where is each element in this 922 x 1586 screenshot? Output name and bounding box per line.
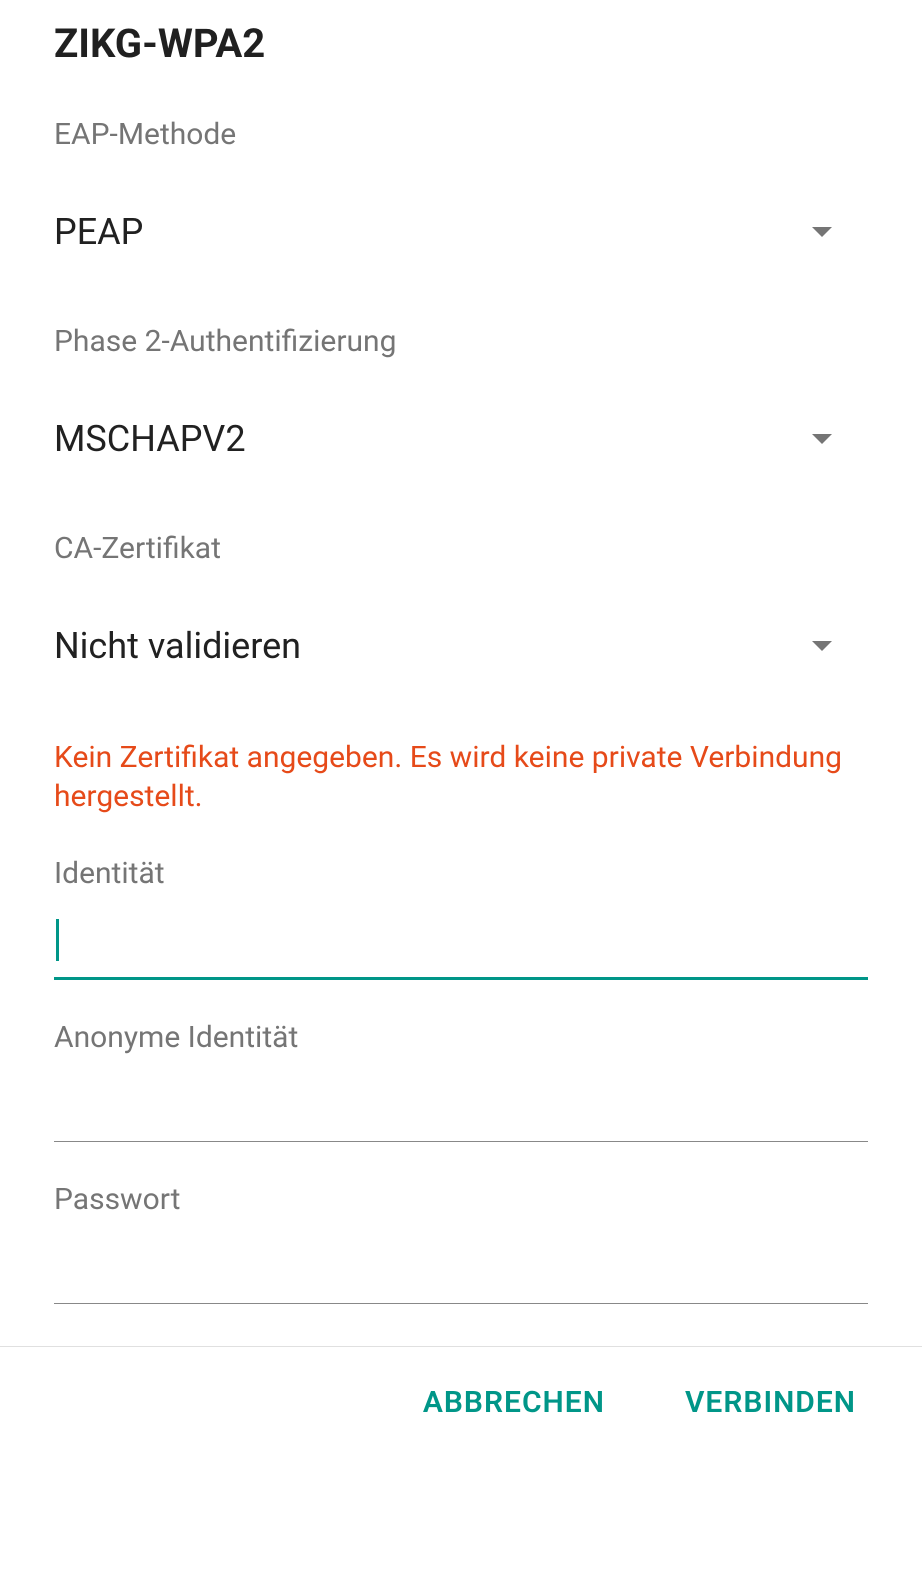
ca-cert-select[interactable]: Nicht validieren xyxy=(0,616,922,676)
dropdown-icon xyxy=(812,434,832,444)
cert-warning-text: Kein Zertifikat angegeben. Es wird keine… xyxy=(0,738,922,816)
password-input[interactable] xyxy=(54,1237,868,1304)
text-cursor-icon xyxy=(56,919,59,961)
dropdown-icon xyxy=(812,641,832,651)
identity-input[interactable] xyxy=(54,911,868,980)
eap-method-value: PEAP xyxy=(54,211,143,253)
wifi-config-dialog: ZIKG-WPA2 EAP-Methode PEAP Phase 2-Authe… xyxy=(0,0,922,1586)
phase2-select[interactable]: MSCHAPV2 xyxy=(0,409,922,469)
dialog-scroll-area: ZIKG-WPA2 EAP-Methode PEAP Phase 2-Authe… xyxy=(0,0,922,1320)
phase2-value: MSCHAPV2 xyxy=(54,418,246,460)
password-label: Passwort xyxy=(0,1182,922,1217)
cancel-button[interactable]: ABBRECHEN xyxy=(411,1377,617,1428)
dropdown-icon xyxy=(812,227,832,237)
connect-button[interactable]: VERBINDEN xyxy=(673,1377,868,1428)
anon-identity-input[interactable] xyxy=(54,1075,868,1142)
ca-cert-label: CA-Zertifikat xyxy=(0,531,922,566)
dialog-button-bar: ABBRECHEN VERBINDEN xyxy=(0,1346,922,1458)
identity-label: Identität xyxy=(0,856,922,891)
anon-identity-label: Anonyme Identität xyxy=(0,1020,922,1055)
phase2-label: Phase 2-Authentifizierung xyxy=(0,324,922,359)
ca-cert-value: Nicht validieren xyxy=(54,625,301,667)
eap-method-select[interactable]: PEAP xyxy=(0,202,922,262)
network-name-title: ZIKG-WPA2 xyxy=(0,0,922,67)
eap-method-label: EAP-Methode xyxy=(0,117,922,152)
